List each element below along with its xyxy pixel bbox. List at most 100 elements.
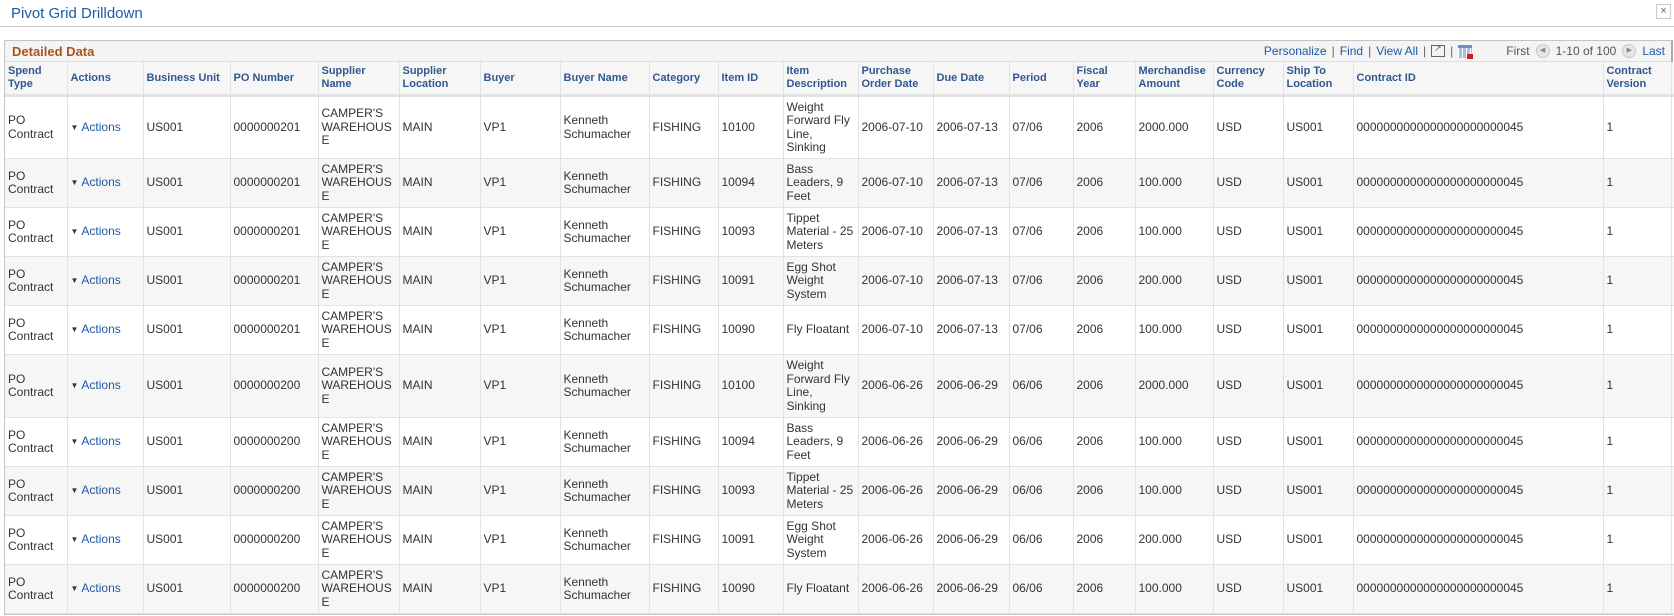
next-page-icon[interactable]: ▶ [1622, 44, 1637, 58]
cell: 100.000 [1135, 466, 1214, 516]
personalize-link[interactable]: Personalize [1264, 44, 1327, 58]
column-header[interactable]: Supplier Location [399, 62, 481, 97]
cell: 06/06 [1009, 466, 1074, 516]
table-row: PO Contract ▼ Actions US001 0000000200 CAMPER… [5, 354, 1674, 418]
actions-label: Actions [81, 434, 121, 449]
pager-last[interactable]: Last [1642, 44, 1665, 58]
cell: PO Contract [5, 256, 68, 306]
actions-menu-button[interactable]: ▼ Actions [71, 322, 121, 337]
column-header[interactable]: Contract ID [1353, 62, 1604, 97]
cell: VP1 [480, 564, 561, 614]
cell: Kenneth Schumacher [560, 95, 650, 159]
pager-first[interactable]: First [1506, 44, 1529, 58]
cell: 2006-06-29 [933, 466, 1010, 516]
column-header[interactable]: Buyer Name [560, 62, 650, 97]
actions-menu-button[interactable]: ▼ Actions [70, 532, 121, 547]
new-window-icon[interactable] [1431, 43, 1446, 57]
cell: 06/06 [1009, 564, 1074, 614]
cell: US001 [143, 256, 231, 306]
cell: US001 [1283, 417, 1354, 467]
cell: CAMPER'S WAREHOUSE [318, 95, 400, 159]
column-header[interactable]: Spend Type [5, 62, 68, 97]
column-header[interactable]: Category [649, 62, 719, 97]
cell: Kenneth Schumacher [560, 515, 650, 565]
find-link[interactable]: Find [1340, 44, 1363, 58]
cell: Kenneth Schumacher [560, 417, 650, 467]
cell: US001 [143, 354, 231, 418]
actions-cell: ▼ Actions [67, 305, 144, 355]
column-header[interactable]: Due Date [933, 62, 1010, 97]
cell: 2006-07-13 [933, 95, 1010, 159]
cell: Kenneth Schumacher [560, 305, 650, 355]
cell: 2006-06-29 [933, 354, 1010, 418]
cell: CAMPER'S WAREHOUSE [318, 515, 400, 565]
cell: Kenneth Schumacher [560, 256, 650, 306]
actions-menu-button[interactable]: ▼ Actions [71, 483, 121, 498]
actions-menu-button[interactable]: ▼ Actions [71, 224, 121, 239]
cell: 1 [1603, 207, 1672, 257]
cell: PO Contract [5, 564, 68, 614]
cell: PO Contract [5, 515, 68, 565]
column-header[interactable]: Contract Version [1603, 62, 1672, 97]
actions-menu-button[interactable]: ▼ Actions [71, 434, 121, 449]
actions-menu-button[interactable]: ▼ Actions [71, 175, 121, 190]
window-titlebar: Pivot Grid Drilldown × [0, 0, 1674, 27]
cell: 2000.000 [1135, 95, 1214, 159]
view-all-link[interactable]: View All [1376, 44, 1418, 58]
actions-menu-button[interactable]: ▼ Actions [71, 378, 121, 393]
column-header[interactable]: Item Description [783, 62, 859, 97]
actions-label: Actions [81, 581, 121, 596]
cell: 2006-07-10 [858, 95, 934, 159]
column-header[interactable]: Buyer [480, 62, 561, 97]
cell: US001 [143, 515, 231, 565]
previous-page-icon[interactable]: ◀ [1535, 44, 1550, 58]
cell: US001 [1283, 466, 1354, 516]
column-header[interactable]: Business Unit [143, 62, 231, 97]
column-header[interactable]: Period [1009, 62, 1074, 97]
cell: MAIN [399, 417, 481, 467]
cell: 0000000201 [230, 305, 319, 355]
cell: 10100 [718, 95, 784, 159]
table-row: PO Contract ▼ Actions US001 0000000200 CAMPER… [5, 515, 1674, 565]
cell: US001 [1283, 256, 1354, 306]
cell: CAMPER'S WAREHOUSE [318, 207, 400, 257]
actions-label: Actions [81, 224, 121, 239]
cell: 2006 [1073, 515, 1136, 565]
column-header[interactable]: PO Number [230, 62, 319, 97]
column-header[interactable]: Purchase Order Date [858, 62, 934, 97]
column-header[interactable]: Merchandise Amount [1135, 62, 1214, 97]
cell: 10091 [718, 515, 784, 565]
cell: 0000000200 [230, 417, 319, 467]
actions-menu-button[interactable]: ▼ Actions [71, 581, 121, 596]
cell: 0000000200 [230, 354, 319, 418]
actions-label: Actions [81, 175, 121, 190]
actions-cell: ▼ Actions [67, 256, 144, 306]
close-icon[interactable]: × [1656, 4, 1671, 19]
cell: 100.000 [1135, 207, 1214, 257]
column-header[interactable]: Actions [67, 62, 144, 97]
actions-menu-button[interactable]: ▼ Actions [71, 273, 121, 288]
cell: 2006-07-10 [858, 256, 934, 306]
column-header[interactable]: Item ID [718, 62, 784, 97]
download-to-excel-icon[interactable] [1458, 44, 1474, 59]
cell: 07/06 [1009, 256, 1074, 306]
cell: 2006 [1073, 354, 1136, 418]
cell: USD [1213, 305, 1284, 355]
cell: CAMPER'S WAREHOUSE [318, 158, 400, 208]
cell: 2006 [1073, 417, 1136, 467]
caret-down-icon: ▼ [70, 535, 79, 545]
cell: USD [1213, 515, 1284, 565]
cell: VP1 [480, 354, 561, 418]
column-header[interactable]: Currency Code [1213, 62, 1284, 97]
column-header[interactable]: Ship To Location [1283, 62, 1354, 97]
column-header[interactable]: Supplier Name [318, 62, 400, 97]
actions-menu-button[interactable]: ▼ Actions [71, 120, 121, 134]
actions-cell: ▼ Actions [67, 515, 144, 565]
column-header[interactable]: Fiscal Year [1073, 62, 1136, 97]
cell: USD [1213, 354, 1284, 418]
cell: 0000000200 [230, 515, 319, 565]
cell: 0000000000000000000000045 [1353, 256, 1604, 306]
table-row: PO Contract ▼ Actions US001 0000000201 CAMPER… [5, 207, 1674, 257]
cell: FISHING [649, 158, 719, 208]
cell: PO Contract [5, 158, 68, 208]
